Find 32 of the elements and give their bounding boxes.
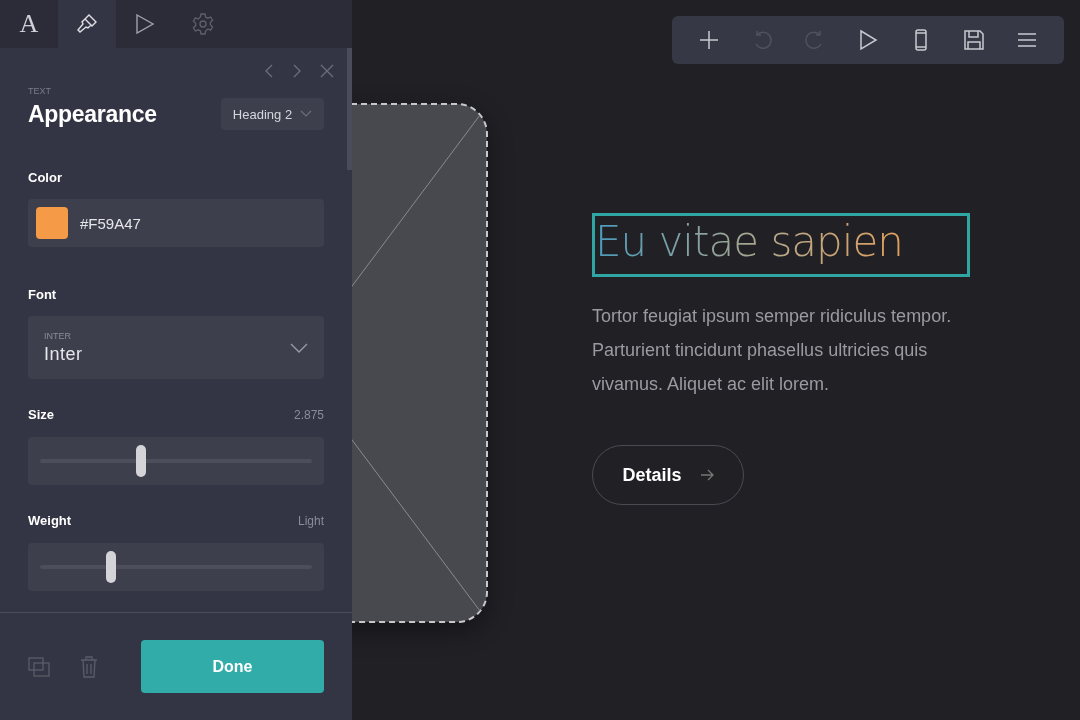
text-tab[interactable]: A	[0, 0, 58, 48]
play-icon	[134, 13, 156, 35]
size-slider-thumb[interactable]	[135, 445, 146, 477]
body-text: Tortor feugiat ipsum semper ridiculus tempor. Parturient tincidunt phasellus ultricies quis vivamus. Aliquet ac elit lorem.	[592, 305, 953, 396]
arrow-icon	[699, 469, 714, 481]
font-dropdown[interactable]: INTER Inter	[28, 316, 324, 379]
scrollbar[interactable]	[347, 48, 352, 170]
next-icon[interactable]	[292, 64, 302, 78]
weight-value: Light	[297, 514, 324, 528]
weight-slider[interactable]	[28, 543, 324, 591]
style-dropdown[interactable]: Heading 2	[221, 98, 324, 130]
play-icon	[857, 29, 879, 51]
chevron-down-icon	[290, 342, 308, 353]
close-icon[interactable]	[320, 64, 334, 78]
color-swatch[interactable]	[36, 207, 68, 239]
size-slider[interactable]	[28, 437, 324, 485]
chevron-down-icon	[300, 110, 313, 118]
section-label: TEXT	[28, 86, 52, 96]
plus-icon	[697, 29, 720, 51]
style-tab[interactable]	[58, 0, 116, 48]
weight-slider-thumb[interactable]	[105, 551, 116, 583]
size-label: Size	[28, 407, 54, 422]
size-value: 2.875	[293, 408, 324, 422]
trash-icon[interactable]	[80, 655, 98, 678]
weight-label: Weight	[28, 513, 72, 528]
color-field[interactable]: #F59A47	[28, 199, 324, 247]
settings-icon	[191, 12, 215, 36]
selected-heading[interactable]: Eu vitae sapien	[592, 213, 970, 277]
panel-title: Appearance	[28, 100, 157, 128]
color-label: Color	[28, 170, 63, 185]
previous-icon[interactable]	[264, 64, 274, 78]
font-label: Font	[28, 287, 58, 302]
